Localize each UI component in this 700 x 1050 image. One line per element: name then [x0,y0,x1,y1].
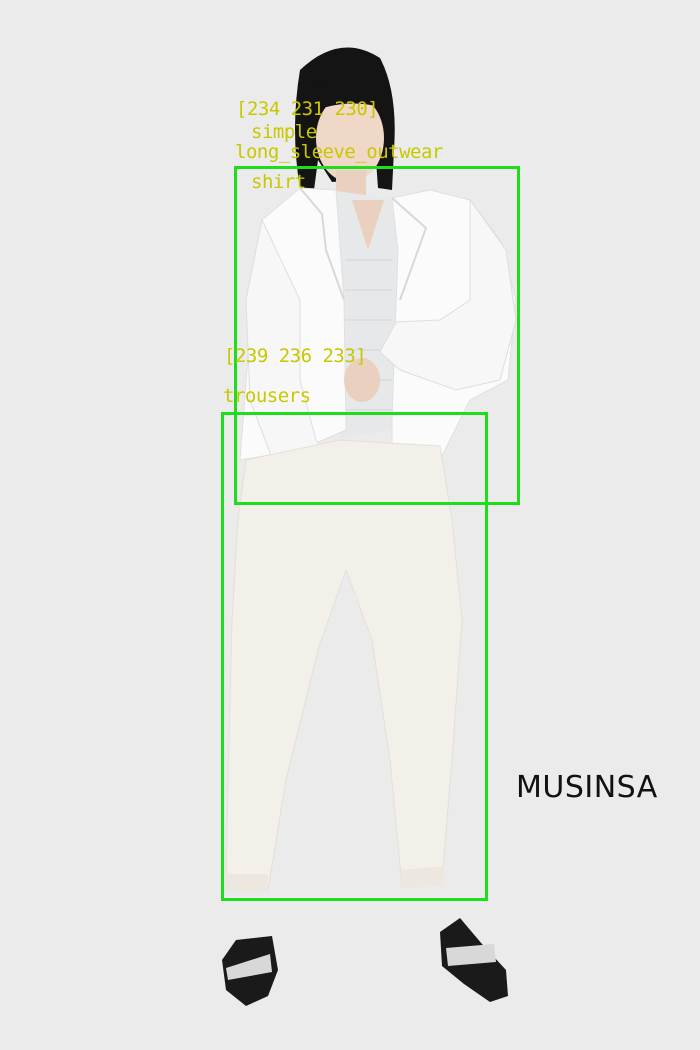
trousers-color-label: [239 236 233] [224,345,367,367]
brand-watermark: MUSINSA [516,770,658,805]
outerwear-color-label: [234 231 230] [236,98,379,120]
outerwear-category-label: long_sleeve_outwear [235,141,443,163]
outerwear-sub-label: shirt [251,171,306,193]
outerwear-style-label: simple [251,121,317,143]
photo-stage: [234 231 230] simple long_sleeve_outwear… [0,0,700,1050]
trousers-category-label: trousers [223,385,311,407]
trousers-bounding-box [221,412,488,901]
